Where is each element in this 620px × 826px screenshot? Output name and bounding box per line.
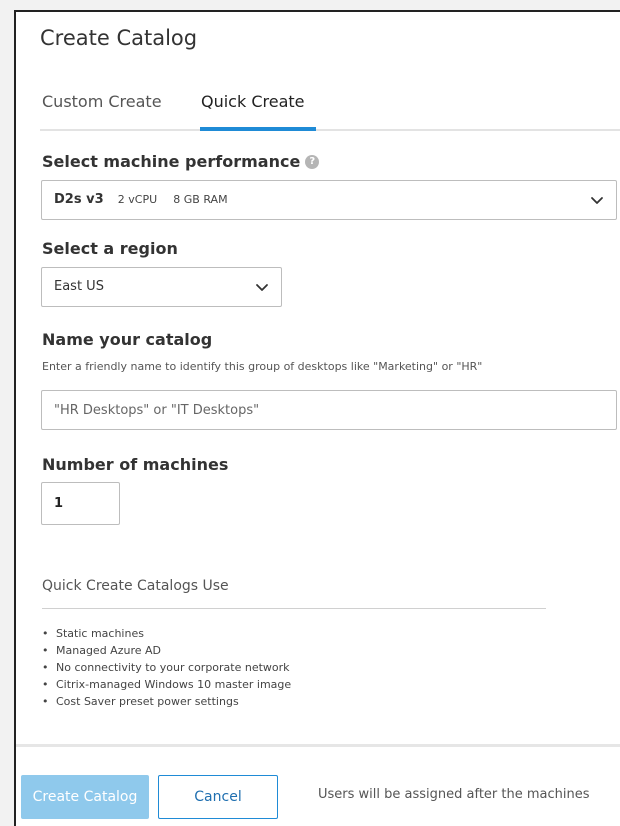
- performance-select[interactable]: D2s v3 2 vCPU 8 GB RAM: [41, 180, 617, 220]
- list-item: • Managed Azure AD: [42, 644, 161, 657]
- machines-count-input[interactable]: [41, 482, 120, 525]
- machines-label: Number of machines: [42, 455, 229, 474]
- footer-note: Users will be assigned after the machine…: [318, 787, 590, 802]
- region-label: Select a region: [42, 239, 178, 258]
- active-tab-indicator: [200, 127, 316, 131]
- tab-custom-create[interactable]: Custom Create: [42, 92, 162, 121]
- create-catalog-dialog: Create Catalog Custom Create Quick Creat…: [14, 10, 620, 826]
- machine-cpu: 2 vCPU: [117, 193, 158, 206]
- info-list: • Static machines • Managed Azure AD • No c…: [42, 625, 291, 710]
- region-selected-value: East US: [54, 279, 104, 294]
- cancel-button[interactable]: Cancel: [158, 775, 278, 819]
- info-title: Quick Create Catalogs Use: [42, 578, 229, 594]
- machine-ram: 8 GB RAM: [173, 193, 228, 206]
- machine-size-name: D2s v3: [54, 192, 104, 207]
- performance-label: Select machine performance?: [42, 152, 320, 171]
- tab-quick-create[interactable]: Quick Create: [201, 92, 305, 121]
- info-divider: [42, 608, 546, 609]
- region-select[interactable]: East US: [41, 267, 282, 307]
- list-item: • Static machines: [42, 627, 144, 640]
- chevron-down-icon: [256, 284, 268, 291]
- catalog-name-hint: Enter a friendly name to identify this g…: [42, 360, 483, 373]
- performance-selected-value: D2s v3 2 vCPU 8 GB RAM: [54, 181, 240, 219]
- catalog-name-input[interactable]: [41, 390, 617, 430]
- performance-label-text: Select machine performance: [42, 152, 301, 171]
- list-item: • Citrix-managed Windows 10 master image: [42, 678, 292, 691]
- dialog-title: Create Catalog: [40, 26, 198, 50]
- question-circle-icon[interactable]: ?: [305, 154, 320, 169]
- list-item: • No connectivity to your corporate netwo…: [42, 661, 290, 674]
- footer-divider: [16, 744, 620, 747]
- chevron-down-icon: [591, 197, 603, 204]
- tabs-divider: [40, 129, 620, 131]
- catalog-name-label: Name your catalog: [42, 330, 213, 349]
- create-catalog-button[interactable]: Create Catalog: [21, 775, 149, 819]
- list-item: • Cost Saver preset power settings: [42, 695, 239, 708]
